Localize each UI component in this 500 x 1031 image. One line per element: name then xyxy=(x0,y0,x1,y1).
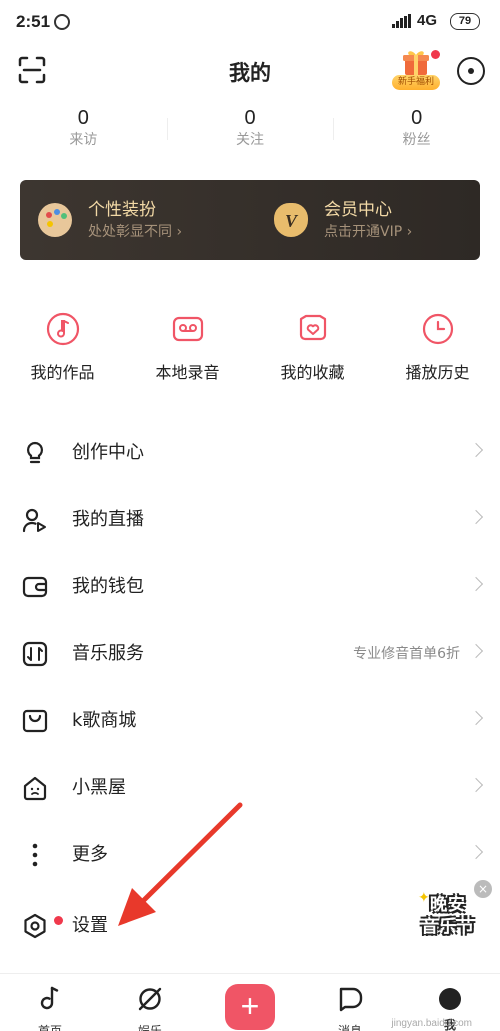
more-dots-icon xyxy=(32,843,38,867)
chevron-right-icon xyxy=(468,710,484,726)
message-icon xyxy=(339,987,363,1012)
menu-label: 创作中心 xyxy=(72,442,144,463)
header: 我的 新手福利 xyxy=(0,44,500,100)
menu-item-more[interactable]: 更多 xyxy=(0,822,500,889)
menu-item-my-wallet[interactable]: 我的钱包 xyxy=(0,554,500,621)
settings-icon xyxy=(24,913,46,939)
stat-visitors[interactable]: 0 来访 xyxy=(0,106,167,156)
wallet-icon xyxy=(22,576,48,598)
menu-item-blacklist[interactable]: 小黑屋 xyxy=(0,755,500,822)
avatar-icon xyxy=(439,988,461,1010)
quick-my-favorites[interactable]: 我的收藏 xyxy=(250,312,375,382)
vip-center-entry[interactable]: V 会员中心 点击开通VIP › xyxy=(244,180,480,260)
stat-label: 来访 xyxy=(69,132,98,148)
quick-actions: 我的作品 本地录音 我的收藏 播放历史 xyxy=(0,312,500,382)
quick-my-works[interactable]: 我的作品 xyxy=(0,312,125,382)
signal-icon xyxy=(392,14,412,28)
gift-button[interactable]: 新手福利 xyxy=(392,48,440,90)
tab-create[interactable]: + xyxy=(200,974,300,1031)
quick-local-recording[interactable]: 本地录音 xyxy=(125,312,250,382)
menu-label: 更多 xyxy=(72,844,108,865)
tab-entertainment[interactable]: 娱乐 xyxy=(100,974,200,1031)
menu-list: 创作中心 我的直播 我的钱包 音乐服务 专业修音首单6折 k歌商城 小黑屋 更多… xyxy=(0,420,500,956)
lightbulb-icon xyxy=(26,441,44,464)
network-type: 4G xyxy=(417,12,438,29)
record-icon[interactable] xyxy=(457,57,485,85)
chevron-right-icon xyxy=(468,777,484,793)
planet-icon xyxy=(138,987,162,1011)
status-bar: 2:51 4G 79 xyxy=(0,0,500,44)
menu-label: 我的直播 xyxy=(72,509,144,530)
banner-subtitle: 处处彰显不同 › xyxy=(88,224,183,240)
battery-icon: 79 xyxy=(450,13,480,30)
settings-badge-dot xyxy=(54,916,63,925)
menu-label: 音乐服务 xyxy=(72,643,144,664)
tab-messages[interactable]: 消息 xyxy=(300,974,400,1031)
vip-bag-icon: V xyxy=(274,203,308,237)
profile-stats: 0 来访 0 关注 0 粉丝 xyxy=(0,106,500,156)
tab-home[interactable]: 首页 xyxy=(0,974,100,1031)
banner-title: 会员中心 xyxy=(324,200,392,220)
tab-label: 首页 xyxy=(37,1024,62,1031)
home-note-icon xyxy=(40,986,59,1010)
banner-title: 个性装扮 xyxy=(88,200,156,220)
stat-value: 0 xyxy=(244,107,256,129)
quick-label: 我的作品 xyxy=(30,363,95,382)
chevron-right-icon xyxy=(468,509,484,525)
menu-label: 设置 xyxy=(72,915,108,936)
chevron-right-icon xyxy=(468,643,484,659)
tab-label: 消息 xyxy=(337,1024,362,1031)
quick-label: 本地录音 xyxy=(155,363,220,382)
quick-label: 播放历史 xyxy=(405,363,470,382)
stat-label: 关注 xyxy=(236,132,264,148)
notification-icon xyxy=(54,14,70,30)
menu-label: k歌商城 xyxy=(72,710,137,731)
stat-label: 粉丝 xyxy=(402,132,431,148)
stat-value: 0 xyxy=(411,107,423,129)
live-user-icon xyxy=(22,508,46,533)
vip-banner: 个性装扮 处处彰显不同 › V 会员中心 点击开通VIP › xyxy=(20,180,480,260)
gift-label: 新手福利 xyxy=(392,75,440,90)
menu-label: 我的钱包 xyxy=(72,576,144,597)
house-icon xyxy=(23,776,47,801)
promo-line-1: 晚安 xyxy=(430,895,466,915)
music-note-icon xyxy=(46,312,79,346)
chevron-right-icon xyxy=(468,442,484,458)
floating-promo-widget[interactable]: ✦ 晚安 音乐节 × xyxy=(408,880,492,950)
stat-value: 0 xyxy=(77,107,89,129)
gift-badge-dot xyxy=(431,50,440,59)
promo-line-2: 音乐节 xyxy=(421,917,475,937)
menu-hint: 专业修音首单6折 xyxy=(353,646,460,662)
palette-icon xyxy=(38,203,72,237)
menu-item-music-service[interactable]: 音乐服务 专业修音首单6折 xyxy=(0,621,500,688)
banner-subtitle: 点击开通VIP › xyxy=(324,224,413,240)
menu-label: 小黑屋 xyxy=(72,777,126,798)
personal-dressup-entry[interactable]: 个性装扮 处处彰显不同 › xyxy=(20,180,244,260)
plus-icon: + xyxy=(225,984,275,1030)
close-icon[interactable]: × xyxy=(474,880,492,898)
quick-label: 我的收藏 xyxy=(280,363,345,382)
cassette-icon xyxy=(172,316,203,342)
tab-label: 娱乐 xyxy=(137,1024,162,1031)
chevron-right-icon xyxy=(468,844,484,860)
stat-followers[interactable]: 0 粉丝 xyxy=(333,106,500,156)
chevron-right-icon xyxy=(468,576,484,592)
watermark: jingyan.baidu.com xyxy=(391,1018,472,1029)
quick-play-history[interactable]: 播放历史 xyxy=(375,312,500,382)
bottom-tab-bar: 首页 娱乐 + 消息 我 jingyan.baidu.com xyxy=(0,974,500,1031)
promo-text: 晚安 音乐节 xyxy=(412,894,484,938)
menu-item-my-live[interactable]: 我的直播 xyxy=(0,487,500,554)
menu-item-k-song-mall[interactable]: k歌商城 xyxy=(0,688,500,755)
music-service-icon xyxy=(22,641,48,667)
heart-icon xyxy=(299,314,326,341)
stat-following[interactable]: 0 关注 xyxy=(166,106,334,156)
status-time: 2:51 xyxy=(16,12,51,31)
menu-item-creation-center[interactable]: 创作中心 xyxy=(0,420,500,487)
clock-icon xyxy=(422,313,453,345)
shopping-bag-icon xyxy=(22,709,48,733)
